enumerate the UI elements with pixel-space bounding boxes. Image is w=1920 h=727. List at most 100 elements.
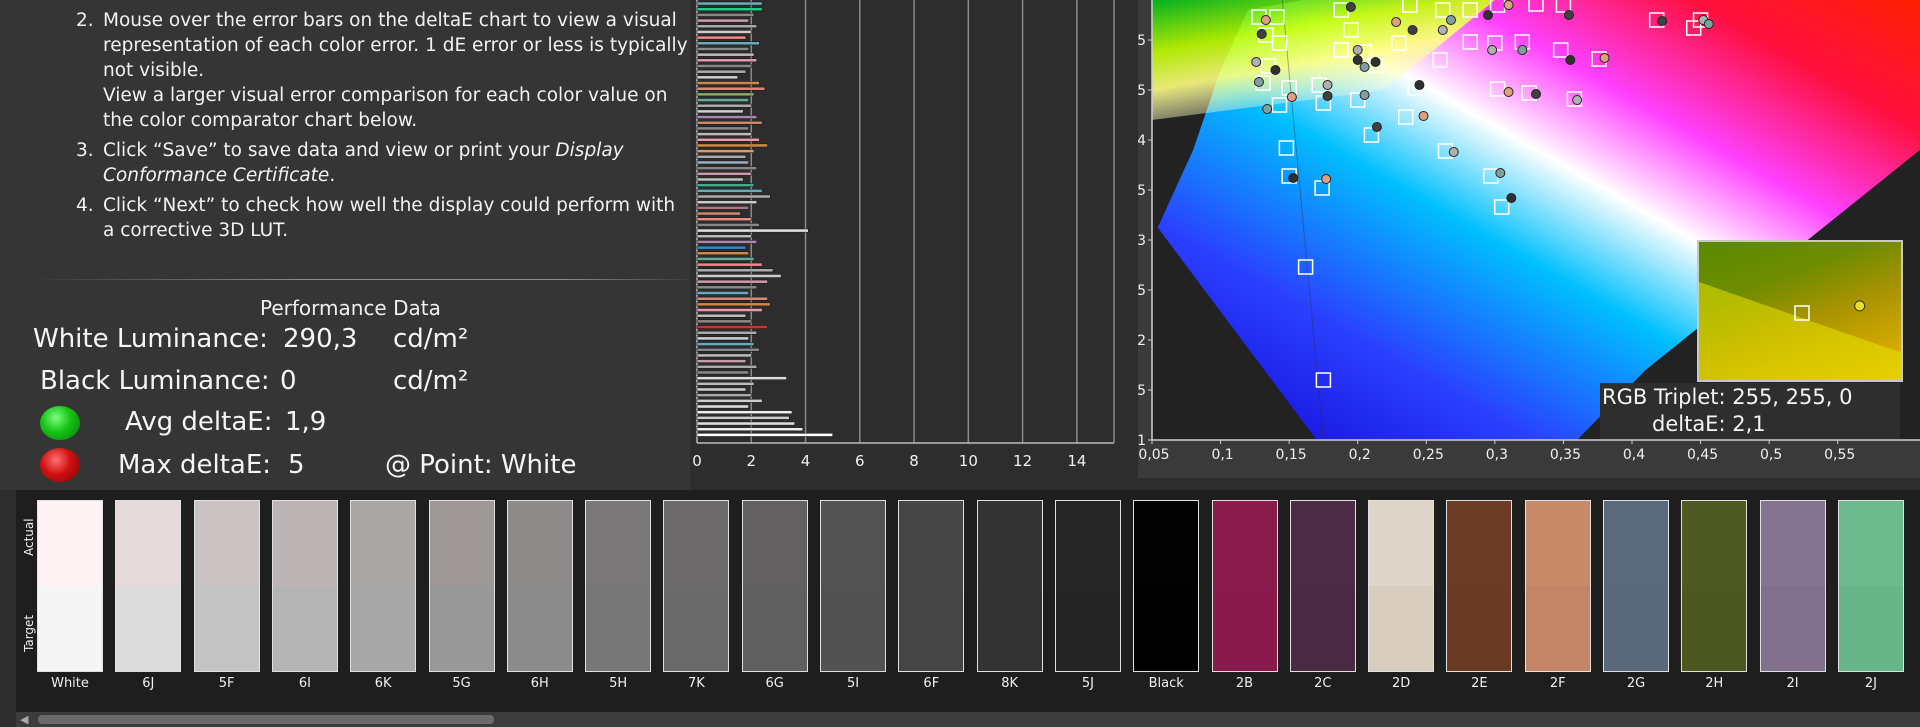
deltae-bar[interactable]: [696, 234, 752, 239]
deltae-bar[interactable]: [696, 302, 771, 307]
color-swatch-6j[interactable]: [115, 500, 182, 672]
deltae-bar[interactable]: [696, 416, 790, 420]
deltae-bar[interactable]: [696, 183, 755, 187]
color-swatch-8k[interactable]: [976, 500, 1043, 672]
deltae-bar[interactable]: [696, 359, 747, 363]
deltae-bar[interactable]: [696, 120, 763, 125]
deltae-bar[interactable]: [696, 217, 752, 222]
deltae-bars-svg[interactable]: 0 2 4 6 8 10 12 14: [690, 0, 1140, 490]
deltae-bar[interactable]: [696, 98, 749, 102]
deltae-bar[interactable]: [696, 81, 760, 85]
color-swatch-white[interactable]: [37, 500, 103, 672]
deltae-bar[interactable]: [696, 285, 757, 290]
color-swatch-7k[interactable]: [663, 500, 730, 672]
deltae-bar[interactable]: [696, 64, 752, 68]
color-swatch-2f[interactable]: [1524, 500, 1591, 672]
deltae-bar[interactable]: [696, 370, 749, 375]
deltae-bar[interactable]: [696, 313, 747, 318]
deltae-bar[interactable]: [696, 251, 749, 256]
scroll-thumb[interactable]: [38, 715, 494, 724]
deltae-bar[interactable]: [696, 7, 763, 12]
deltae-bar[interactable]: [696, 35, 747, 40]
deltae-bar[interactable]: [696, 393, 752, 397]
deltae-bar[interactable]: [696, 103, 752, 108]
color-swatch-5g[interactable]: [428, 500, 495, 672]
deltae-bar[interactable]: [696, 160, 749, 165]
deltae-bar[interactable]: [696, 376, 787, 380]
deltae-bar[interactable]: [696, 404, 749, 409]
color-swatch-2c[interactable]: [1289, 500, 1356, 672]
deltae-bar[interactable]: [696, 330, 757, 335]
deltae-bar[interactable]: [696, 41, 760, 46]
deltae-bar[interactable]: [696, 24, 757, 29]
deltae-bar[interactable]: [696, 410, 793, 414]
deltae-bar[interactable]: [696, 319, 752, 324]
color-swatch-5h[interactable]: [585, 500, 652, 672]
deltae-bar[interactable]: [696, 132, 752, 136]
color-swatch-black[interactable]: [1133, 500, 1200, 672]
horizontal-scrollbar[interactable]: ◀: [16, 712, 1920, 727]
color-swatch-6f[interactable]: [898, 500, 965, 672]
deltae-bar[interactable]: [696, 245, 747, 250]
deltae-bar[interactable]: [696, 223, 760, 227]
deltae-bar[interactable]: [696, 143, 768, 148]
color-swatch-2e[interactable]: [1446, 500, 1513, 672]
deltae-bar[interactable]: [696, 126, 749, 131]
color-swatch-6k[interactable]: [350, 500, 417, 672]
deltae-bar[interactable]: [696, 228, 809, 233]
deltae-bar[interactable]: [696, 427, 804, 432]
scroll-left-icon[interactable]: ◀: [20, 713, 28, 726]
deltae-bar[interactable]: [696, 347, 760, 352]
color-swatch-5f[interactable]: [193, 500, 260, 672]
deltae-bar[interactable]: [696, 364, 757, 369]
deltae-bar[interactable]: [696, 433, 833, 437]
color-swatch-2j[interactable]: [1837, 500, 1904, 672]
deltae-bar[interactable]: [696, 47, 749, 51]
color-swatch-2g[interactable]: [1603, 500, 1669, 672]
deltae-bar[interactable]: [696, 268, 774, 273]
color-swatch-6h[interactable]: [506, 500, 573, 672]
deltae-bar[interactable]: [696, 262, 763, 267]
deltae-bar[interactable]: [696, 75, 738, 80]
deltae-bar[interactable]: [696, 291, 749, 295]
color-swatch-5j[interactable]: [1054, 500, 1121, 672]
deltae-bar[interactable]: [696, 279, 768, 284]
color-swatch-5i[interactable]: [820, 500, 886, 672]
deltae-bar[interactable]: [696, 342, 755, 346]
deltae-bar[interactable]: [696, 325, 768, 329]
deltae-bar[interactable]: [696, 308, 763, 312]
deltae-bar[interactable]: [696, 274, 782, 278]
deltae-bar[interactable]: [696, 154, 747, 159]
color-swatch-6i[interactable]: [271, 500, 338, 672]
deltae-bar[interactable]: [696, 240, 757, 244]
deltae-bar[interactable]: [696, 353, 752, 358]
deltae-bar[interactable]: [696, 381, 755, 386]
color-swatch-2b[interactable]: [1211, 500, 1278, 672]
color-swatch-6g[interactable]: [741, 500, 808, 672]
deltae-bar[interactable]: [696, 69, 747, 74]
deltae-bar[interactable]: [696, 296, 768, 301]
deltae-bar[interactable]: [696, 58, 757, 63]
deltae-bar[interactable]: [696, 421, 795, 426]
color-swatch-2h[interactable]: [1681, 500, 1748, 672]
deltae-bar[interactable]: [696, 1, 763, 6]
deltae-bar[interactable]: [696, 399, 763, 403]
deltae-bar[interactable]: [696, 52, 755, 57]
deltae-bar[interactable]: [696, 257, 755, 261]
deltae-bar[interactable]: [696, 18, 749, 23]
deltae-bar[interactable]: [696, 194, 771, 199]
deltae-bar[interactable]: [696, 13, 755, 17]
deltae-bar[interactable]: [696, 149, 755, 153]
deltae-bar[interactable]: [696, 30, 752, 34]
deltae-bar[interactable]: [696, 200, 757, 205]
deltae-bar-chart[interactable]: 0 2 4 6 8 10 12 14: [690, 0, 1140, 490]
deltae-bar[interactable]: [696, 166, 757, 170]
color-swatch-2d[interactable]: [1368, 500, 1435, 672]
deltae-bar[interactable]: [696, 206, 749, 210]
deltae-bar[interactable]: [696, 336, 749, 341]
deltae-bar[interactable]: [696, 177, 744, 182]
deltae-bar[interactable]: [696, 86, 766, 91]
deltae-bar[interactable]: [696, 189, 763, 193]
deltae-bar[interactable]: [696, 115, 757, 119]
deltae-bar[interactable]: [696, 137, 760, 142]
